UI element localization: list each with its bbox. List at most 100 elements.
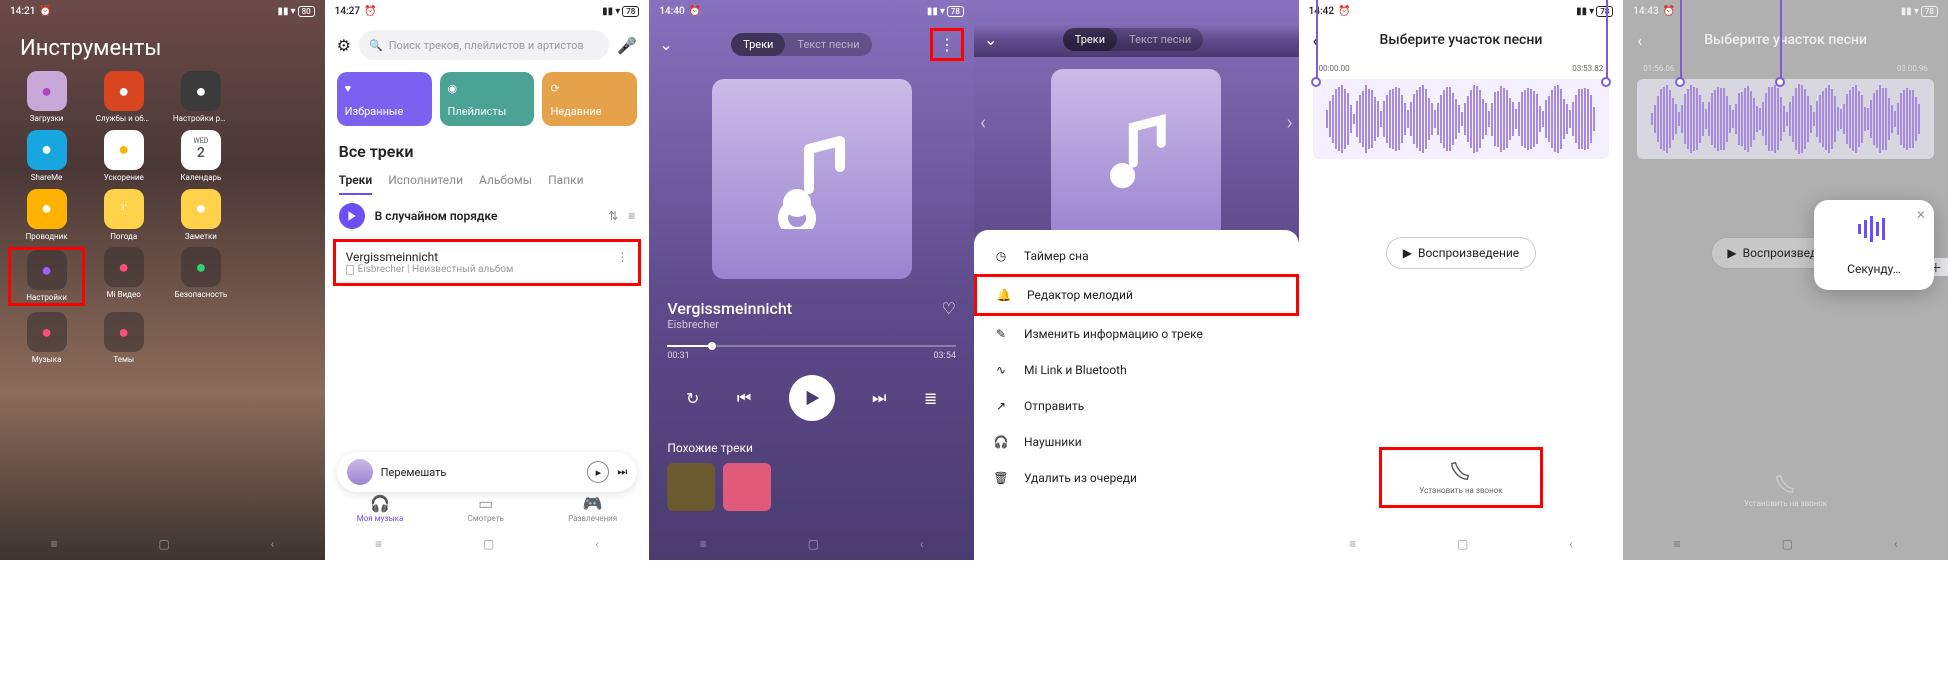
app-icon[interactable]: ●Проводник (8, 189, 85, 242)
back-icon[interactable]: ‹ (1569, 537, 1573, 551)
similar-item[interactable] (667, 463, 715, 511)
settings-icon[interactable]: ⚙ (337, 36, 351, 55)
more-icon[interactable]: ⋮ (616, 250, 628, 264)
similar-item[interactable] (723, 463, 771, 511)
handle-end[interactable] (1601, 77, 1611, 87)
home-icon[interactable]: ▢ (1782, 537, 1793, 551)
chevron-down-icon[interactable]: ⌄ (659, 35, 672, 54)
play-icon[interactable] (339, 203, 365, 229)
android-navbar[interactable]: ≡ ▢ ‹ (1299, 528, 1624, 560)
tab[interactable]: Треки (339, 173, 373, 195)
miniplayer-play-icon[interactable]: ▸ (587, 461, 609, 483)
progress[interactable]: 00:3103:54 (649, 331, 974, 365)
bottom-nav-item[interactable]: ▭Смотреть (468, 494, 504, 523)
set-ringtone-button[interactable]: Установить на звонок (1623, 473, 1948, 508)
app-icon[interactable]: ●Настройки (8, 247, 85, 306)
bottom-nav-item[interactable]: 🎧Моя музыка (357, 494, 404, 523)
back-icon[interactable]: ‹ (595, 537, 599, 551)
app-icon[interactable]: ●Настройки рабочего ст… (162, 71, 239, 124)
screen-music-library: 14:27⏰ ▮▮ ▾ 78 ⚙ 🔍 Поиск треков, плейлис… (325, 0, 650, 560)
pill-tracks[interactable]: Треки (731, 33, 785, 56)
recents-icon[interactable]: ≡ (1674, 537, 1681, 551)
tab[interactable]: Альбомы (479, 173, 532, 195)
menu-item[interactable]: 🎧Наушники (974, 424, 1299, 460)
back-icon[interactable]: ‹ (1894, 537, 1898, 551)
recents-icon[interactable]: ≡ (1024, 537, 1031, 551)
home-icon[interactable]: ▢ (1132, 537, 1143, 551)
pill-lyrics[interactable]: Текст песни (785, 33, 871, 56)
waveform[interactable] (1313, 79, 1610, 159)
menu-item[interactable]: ∿Mi Link и Bluetooth (974, 352, 1299, 388)
back-icon[interactable]: ‹ (1637, 31, 1642, 50)
play-button[interactable]: ▶Воспроизведение (1386, 237, 1536, 269)
tile[interactable]: ◉Плейлисты (440, 72, 535, 126)
search-input[interactable]: 🔍 Поиск треков, плейлистов и артистов (359, 30, 609, 60)
recents-icon[interactable]: ≡ (1349, 537, 1356, 551)
pill-tracks[interactable]: Треки (1063, 28, 1117, 51)
back-icon[interactable]: ‹ (1245, 537, 1249, 551)
tab[interactable]: Исполнители (388, 173, 463, 195)
android-navbar[interactable]: ≡ ▢ ‹ (649, 528, 974, 560)
chevron-right-icon[interactable]: › (1287, 110, 1293, 134)
miniplayer-next-icon[interactable]: ⏭ (617, 465, 627, 479)
heart-icon[interactable]: ♡ (942, 299, 956, 318)
home-icon[interactable]: ▢ (158, 537, 169, 551)
list-icon[interactable]: ≡ (628, 209, 635, 223)
recents-icon[interactable]: ≡ (50, 537, 57, 551)
close-icon[interactable]: ✕ (1916, 208, 1926, 222)
home-icon[interactable]: ▢ (483, 537, 494, 551)
shuffle-row[interactable]: В случайном порядке ⇅ ≡ (325, 195, 650, 237)
app-icon[interactable]: ●Службы и обратная св… (85, 71, 162, 124)
app-icon[interactable]: ●Музыка (8, 312, 85, 365)
play-button[interactable] (789, 375, 835, 421)
track-row[interactable]: Vergissmeinnicht Eisbrecher | Неизвестны… (333, 239, 642, 286)
menu-item[interactable]: ◷Таймер сна (974, 238, 1299, 274)
app-icon[interactable]: ●Темы (85, 312, 162, 365)
android-navbar[interactable]: ≡ ▢ ‹ (1623, 528, 1948, 560)
phone-icon (346, 265, 354, 275)
repeat-icon[interactable]: ↻ (686, 389, 699, 408)
chevron-left-icon[interactable]: ‹ (980, 110, 986, 134)
home-icon[interactable]: ▢ (808, 537, 819, 551)
tile[interactable]: ♥Избранные (337, 72, 432, 126)
clock: 14:27 (335, 6, 360, 17)
app-icon[interactable]: ●Ускорение (85, 130, 162, 183)
pill-tabs[interactable]: Треки Текст песни (731, 33, 871, 56)
battery-icon: 78 (622, 6, 639, 17)
next-icon[interactable]: ⏭ (872, 388, 886, 408)
home-icon[interactable]: ▢ (1457, 537, 1468, 551)
app-icon[interactable]: ●Загрузки (8, 71, 85, 124)
menu-item[interactable]: ✎Изменить информацию о треке (974, 316, 1299, 352)
chevron-down-icon[interactable]: ⌄ (984, 30, 997, 49)
android-navbar[interactable]: ≡ ▢ ‹ (325, 528, 650, 560)
app-icon[interactable]: ●Mi Видео (85, 247, 162, 306)
app-icon[interactable]: 3°Погода (85, 189, 162, 242)
menu-item[interactable]: 🗑 Удалить из очереди (974, 460, 1299, 496)
app-icon[interactable]: ●Заметки (162, 189, 239, 242)
more-button[interactable]: ⋮ (930, 28, 964, 61)
bottom-nav-item[interactable]: 🎮Развлечения (568, 494, 617, 523)
handle-start[interactable] (1311, 77, 1321, 87)
mic-icon[interactable]: 🎤 (617, 36, 637, 55)
sort-icon[interactable]: ⇅ (608, 209, 618, 223)
menu-label: Удалить из очереди (1024, 471, 1137, 485)
android-navbar[interactable]: ≡ ▢ ‹ (0, 528, 325, 560)
recents-icon[interactable]: ≡ (700, 537, 707, 551)
menu-icon: 🗑 (992, 471, 1010, 485)
prev-icon[interactable]: ⏮ (737, 388, 751, 408)
app-icon[interactable]: ●Безопасность (162, 247, 239, 306)
recents-icon[interactable]: ≡ (375, 537, 382, 551)
back-icon[interactable]: ‹ (920, 537, 924, 551)
app-icon[interactable]: WED2Календарь (162, 130, 239, 183)
android-navbar[interactable]: ≡ ▢ ‹ (974, 528, 1299, 560)
pill-lyrics[interactable]: Текст песни (1117, 28, 1203, 51)
menu-item[interactable]: ↗Отправить (974, 388, 1299, 424)
tab[interactable]: Папки (548, 173, 583, 195)
app-icon[interactable]: ●ShareMe (8, 130, 85, 183)
tile[interactable]: ⟳Недавние (542, 72, 637, 126)
back-icon[interactable]: ‹ (271, 537, 275, 551)
set-ringtone-button[interactable]: Установить на звонок (1379, 447, 1544, 508)
menu-item[interactable]: 🔔Редактор мелодий (974, 274, 1299, 316)
queue-icon[interactable]: ≣ (924, 389, 937, 408)
miniplayer[interactable]: Перемешать ▸ ⏭ (337, 452, 638, 492)
